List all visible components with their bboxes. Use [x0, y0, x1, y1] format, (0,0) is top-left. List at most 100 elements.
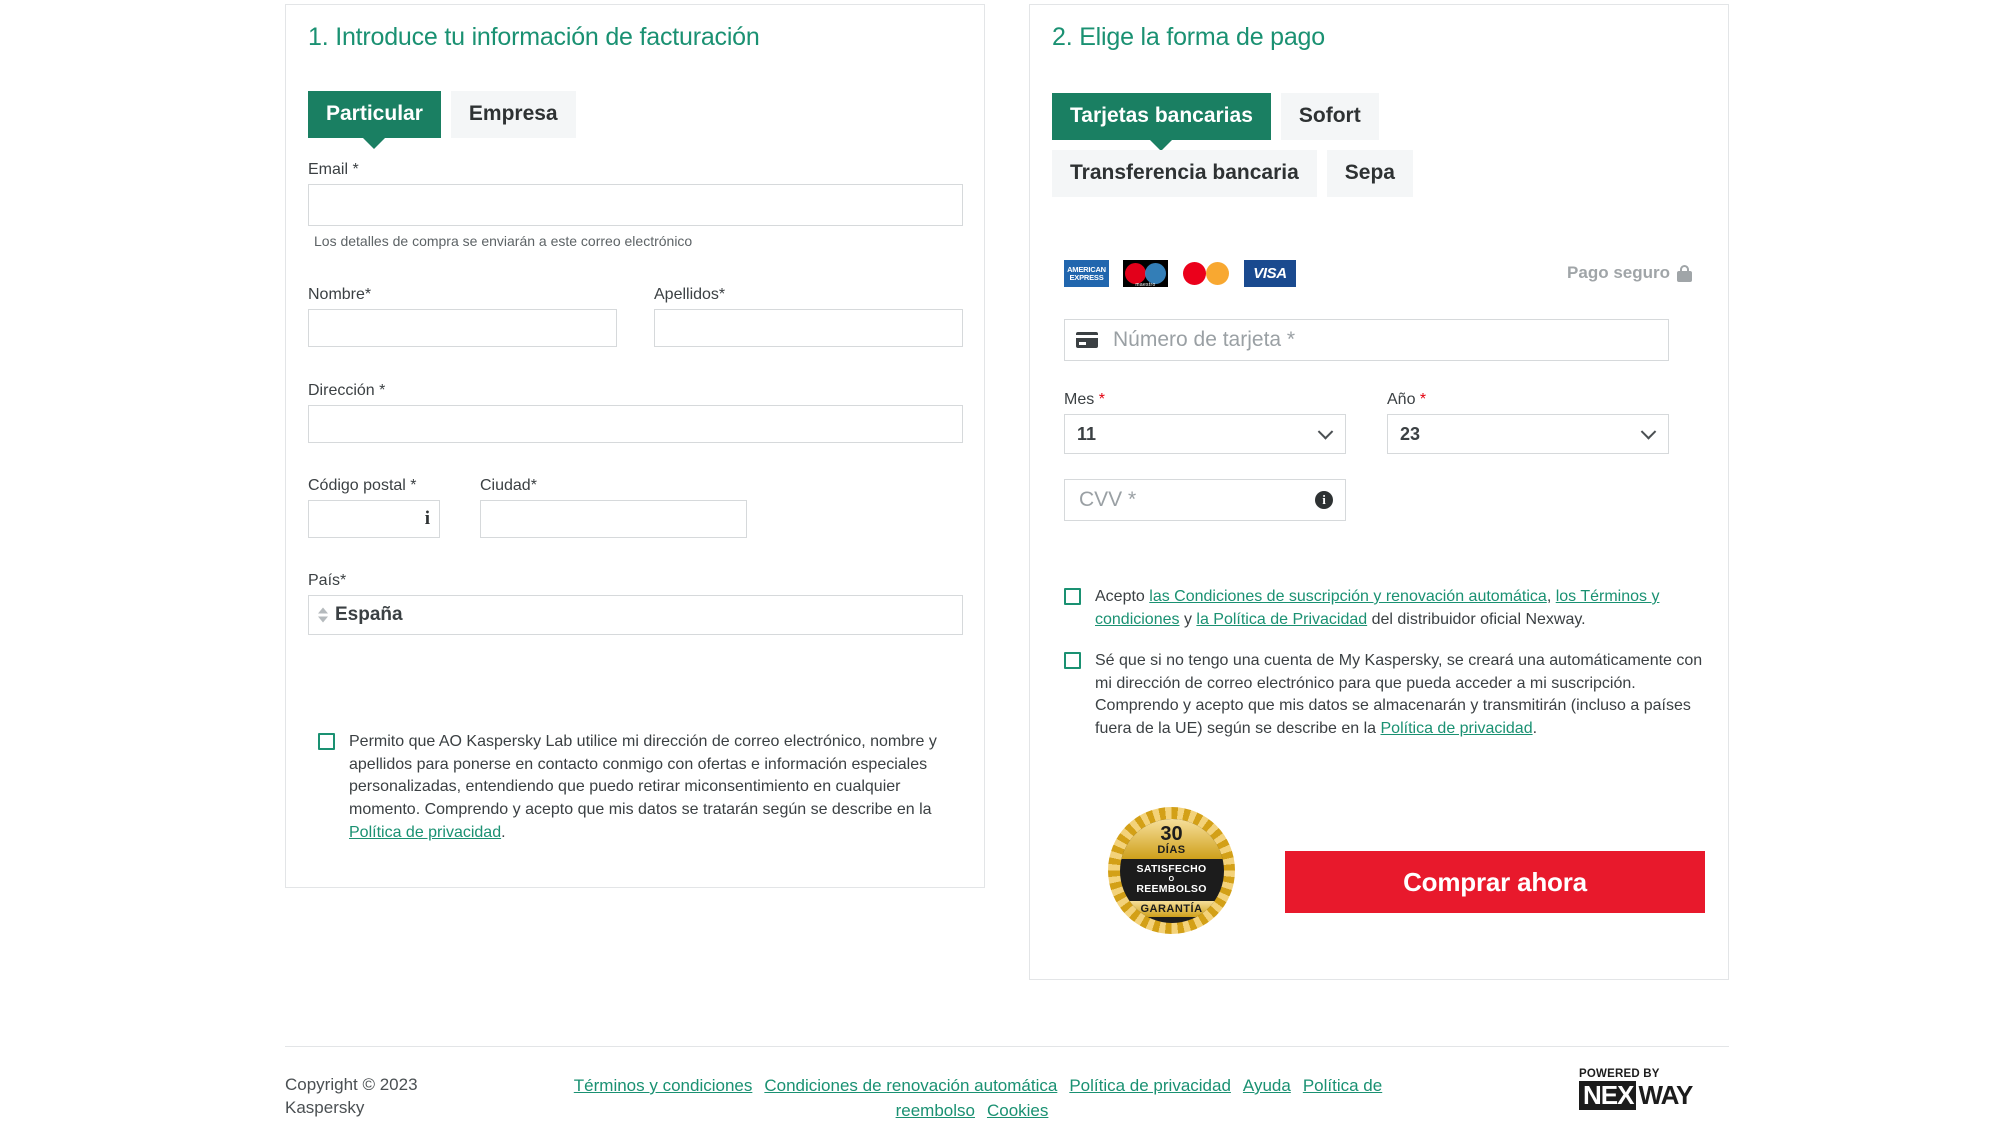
- account-consent-text: Sé que si no tengo una cuenta de My Kasp…: [1095, 650, 1704, 741]
- postal-code-input[interactable]: [308, 500, 440, 539]
- terms-t3: y: [1179, 610, 1197, 628]
- nexway-brand-part2: WAY: [1638, 1080, 1693, 1110]
- spinner-arrows-icon: [318, 607, 328, 623]
- badge-middle-text: SATISFECHO O REEMBOLSO: [1136, 863, 1206, 896]
- mastercard-icon: [1182, 260, 1230, 287]
- first-name-field-group: Nombre*: [308, 285, 617, 348]
- american-express-icon: AMERICAN EXPRESS: [1064, 260, 1109, 287]
- account-t2: .: [1532, 720, 1538, 738]
- tab-sepa[interactable]: Sepa: [1326, 150, 1413, 198]
- terms-consent-text: Acepto las Condiciones de suscripción y …: [1095, 586, 1696, 631]
- address-label: Dirección *: [308, 382, 386, 399]
- email-field-group: Email * Los detalles de compra se enviar…: [308, 160, 963, 249]
- terms-t1: Acepto: [1095, 588, 1150, 605]
- tab-sofort[interactable]: Sofort: [1280, 93, 1379, 141]
- subscription-conditions-link[interactable]: las Condiciones de suscripción y renovac…: [1149, 588, 1547, 605]
- customer-type-tabs: Particular Empresa: [308, 91, 576, 139]
- email-helper-text: Los detalles de compra se enviarán a est…: [314, 233, 693, 250]
- year-field-group: Año * 23: [1387, 390, 1669, 455]
- privacy-policy-link-billing[interactable]: Política de privacidad: [349, 824, 501, 841]
- buy-now-button[interactable]: Comprar ahora: [1285, 851, 1705, 913]
- privacy-policy-link-nexway[interactable]: la Política de Privacidad: [1196, 611, 1367, 628]
- year-select[interactable]: 23: [1387, 414, 1669, 455]
- money-back-guarantee-badge: 30 DÍAS SATISFECHO O REEMBOLSO GARANTÍA: [1108, 807, 1235, 938]
- tab-tarjetas-bancarias[interactable]: Tarjetas bancarias: [1052, 93, 1271, 141]
- marketing-consent-part1: Permito que AO Kaspersky Lab utilice mi …: [349, 733, 937, 819]
- footer-link-renovacion[interactable]: Condiciones de renovación automática: [764, 1076, 1057, 1095]
- terms-consent-checkbox[interactable]: [1064, 588, 1081, 605]
- cvv-field-group: i: [1064, 479, 1346, 521]
- country-selected-value: España: [335, 604, 403, 626]
- address-field-group: Dirección *: [308, 381, 963, 444]
- city-input[interactable]: [480, 500, 747, 539]
- month-select[interactable]: 11: [1064, 414, 1346, 455]
- privacy-policy-link-account[interactable]: Política de privacidad: [1381, 720, 1533, 737]
- badge-days-number: 30: [1160, 823, 1183, 845]
- month-selected-value: 11: [1077, 423, 1097, 444]
- badge-line-o: O: [1168, 875, 1175, 883]
- year-selected-value: 23: [1400, 423, 1421, 444]
- visa-icon: VISA: [1244, 260, 1296, 287]
- maestro-icon: maestro: [1123, 260, 1168, 288]
- badge-line2: REEMBOLSO: [1136, 882, 1207, 895]
- chevron-down-icon: [1317, 424, 1334, 440]
- last-name-input[interactable]: [654, 309, 963, 348]
- last-name-field-group: Apellidos*: [654, 285, 963, 348]
- marketing-consent-checkbox[interactable]: [318, 733, 335, 750]
- country-field-group: País* España: [308, 571, 963, 636]
- card-number-input[interactable]: [1064, 319, 1669, 361]
- checkout-page: 1. Introduce tu información de facturaci…: [0, 0, 1999, 1125]
- footer-link-cookies[interactable]: Cookies: [987, 1101, 1048, 1120]
- month-field-group: Mes * 11: [1064, 390, 1346, 455]
- tab-transferencia-bancaria[interactable]: Transferencia bancaria: [1052, 150, 1317, 198]
- country-label: País*: [308, 572, 347, 589]
- maestro-label: maestro: [1135, 282, 1156, 288]
- postal-code-label: Código postal *: [308, 477, 417, 494]
- billing-information-panel: 1. Introduce tu información de facturaci…: [285, 4, 985, 888]
- card-number-field-group: [1064, 319, 1669, 361]
- terms-consent-row: Acepto las Condiciones de suscripción y …: [1064, 586, 1696, 631]
- footer-link-ayuda[interactable]: Ayuda: [1243, 1076, 1291, 1095]
- amex-line2: EXPRESS: [1069, 272, 1104, 282]
- footer-links: Términos y condiciones Condiciones de ren…: [520, 1074, 1430, 1123]
- email-label: Email *: [308, 161, 359, 178]
- year-label: Año *: [1387, 390, 1669, 409]
- powered-by-label: POWERED BY: [1579, 1068, 1660, 1080]
- tab-empresa[interactable]: Empresa: [450, 91, 576, 139]
- marketing-consent-row: Permito que AO Kaspersky Lab utilice mi …: [318, 731, 958, 845]
- city-field-group: Ciudad*: [480, 476, 747, 539]
- city-label: Ciudad*: [480, 477, 537, 494]
- badge-bottom-text: GARANTÍA: [1119, 900, 1224, 917]
- address-input[interactable]: [308, 405, 963, 444]
- first-name-input[interactable]: [308, 309, 617, 348]
- email-input[interactable]: [308, 184, 963, 227]
- footer-link-terminos[interactable]: Términos y condiciones: [574, 1076, 753, 1095]
- year-label-text: Año: [1387, 391, 1416, 408]
- copyright-text: Copyright © 2023 Kaspersky: [285, 1075, 418, 1117]
- billing-panel-title: 1. Introduce tu información de facturaci…: [308, 23, 760, 51]
- month-required-mark: *: [1098, 391, 1105, 408]
- badge-days-label: DÍAS: [1157, 844, 1186, 856]
- payment-panel-title: 2. Elige la forma de pago: [1052, 23, 1325, 51]
- footer-divider: [285, 1046, 1729, 1047]
- accepted-card-logos: AMERICAN EXPRESS maestro VISA: [1064, 260, 1296, 288]
- cvv-input[interactable]: [1064, 479, 1346, 521]
- month-label: Mes *: [1064, 390, 1346, 409]
- last-name-label: Apellidos*: [654, 286, 726, 303]
- nexway-brand-part1: NEX: [1579, 1080, 1637, 1110]
- month-label-text: Mes: [1064, 391, 1095, 408]
- cvv-info-icon[interactable]: i: [1315, 491, 1333, 509]
- info-i-icon: i: [424, 508, 430, 530]
- badge-line1: SATISFECHO: [1136, 862, 1207, 875]
- country-select[interactable]: España: [308, 595, 963, 636]
- payment-method-tabs: Tarjetas bancarias Sofort Transferencia …: [1052, 93, 1502, 198]
- account-consent-checkbox[interactable]: [1064, 652, 1081, 669]
- payment-method-panel: 2. Elige la forma de pago Tarjetas banca…: [1029, 4, 1729, 980]
- tab-particular[interactable]: Particular: [308, 91, 441, 139]
- terms-t4: del distribuidor oficial Nexway.: [1367, 610, 1586, 628]
- postal-code-field-group: Código postal * i: [308, 476, 440, 539]
- nexway-logo: POWERED BY NEX WAY: [1579, 1068, 1729, 1110]
- chevron-down-icon: [1640, 424, 1657, 440]
- footer-link-privacidad[interactable]: Política de privacidad: [1069, 1076, 1231, 1095]
- year-required-mark: *: [1419, 391, 1427, 408]
